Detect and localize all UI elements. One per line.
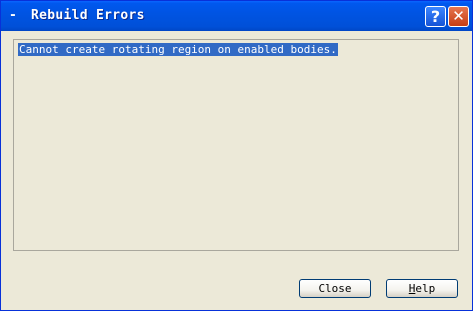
close-icon[interactable]: ✕ xyxy=(448,6,469,27)
title-bar[interactable]: - Rebuild Errors ? ✕ xyxy=(1,1,472,31)
error-list[interactable]: Cannot create rotating region on enabled… xyxy=(13,39,459,251)
help-icon[interactable]: ? xyxy=(425,6,446,27)
help-button[interactable]: Help xyxy=(386,279,458,298)
rebuild-errors-dialog: - Rebuild Errors ? ✕ Cannot create rotat… xyxy=(0,0,473,311)
close-button[interactable]: Close xyxy=(299,279,371,298)
error-message[interactable]: Cannot create rotating region on enabled… xyxy=(18,43,338,56)
help-label-rest: elp xyxy=(415,282,436,295)
dialog-title: Rebuild Errors xyxy=(31,8,145,23)
title-prefix-icon: - xyxy=(9,8,17,23)
